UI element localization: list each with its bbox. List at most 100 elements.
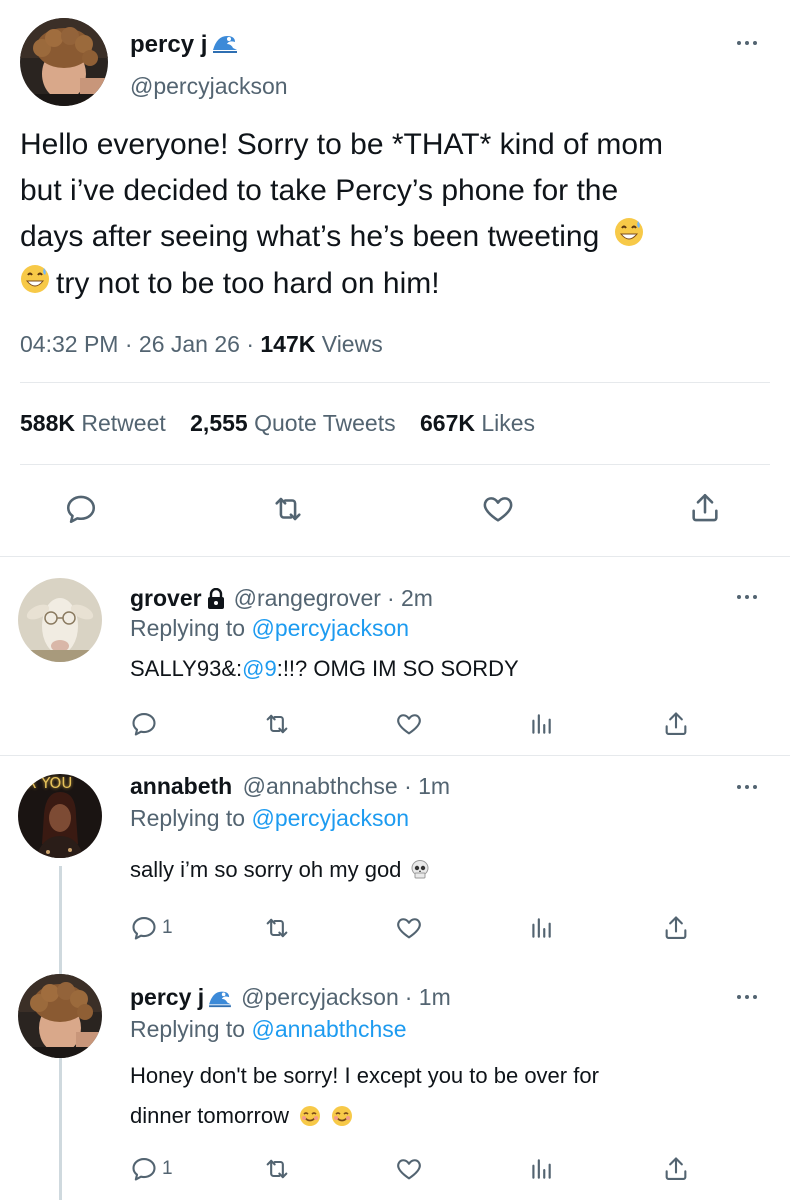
replying-label: Replying to (130, 615, 246, 641)
mention-link[interactable]: @9 (242, 656, 277, 681)
relieved-smile-emoji (299, 1105, 321, 1127)
quotes-stat[interactable]: 2,555 Quote Tweets (190, 410, 402, 436)
share-icon[interactable] (662, 709, 690, 739)
reply-author-handle[interactable]: @annabthchse (243, 773, 398, 799)
reply-author-handle[interactable]: @percyjackson (241, 984, 399, 1011)
share-icon[interactable] (662, 913, 690, 943)
like-icon[interactable] (480, 492, 516, 526)
views-label: Views (321, 331, 383, 357)
replying-to-link[interactable]: @percyjackson (251, 805, 409, 831)
grinning-sweat-emoji (614, 215, 644, 261)
reply-icon[interactable] (64, 492, 98, 526)
reply-text-line: dinner tomorrow (130, 1103, 289, 1128)
reply-author-handle[interactable]: @rangegrover (234, 585, 381, 612)
retweet-icon[interactable] (262, 710, 292, 738)
retweet-icon[interactable] (262, 914, 292, 942)
divider (0, 755, 790, 756)
reply-text-part: :!!? OMG IM SO SORDY (276, 656, 519, 681)
grinning-sweat-emoji (20, 262, 50, 308)
meta-separator: · (246, 331, 254, 357)
analytics-icon[interactable] (528, 914, 554, 942)
reply-icon (132, 917, 156, 940)
retweets-count: 588K (20, 410, 75, 436)
reply-avatar[interactable] (18, 578, 102, 662)
tweet-text-line: Hello everyone! Sorry to be *THAT* kind … (20, 128, 664, 161)
reply-text-part: SALLY93&: (130, 656, 243, 681)
tweet-date[interactable]: 26 Jan 26 (139, 331, 240, 357)
more-options-icon[interactable] (737, 992, 765, 1002)
replying-to-link[interactable]: @percyjackson (251, 615, 409, 641)
quotes-count: 2,555 (190, 410, 248, 436)
tweet-text-line: but i’ve decided to take Percy’s phone f… (20, 174, 619, 207)
avatar-sign-text: R YOU (26, 774, 73, 792)
reply-count: 1 (162, 1158, 173, 1179)
analytics-icon[interactable] (528, 710, 554, 738)
reply-text: Honey don't be sorry! I except you to be… (130, 1056, 599, 1136)
replying-label: Replying to (130, 805, 246, 831)
divider (20, 464, 770, 465)
like-icon[interactable] (394, 1155, 424, 1183)
likes-count: 667K (419, 410, 475, 436)
tweet-text-line-with-emoji: try not to be too hard on him! (20, 261, 780, 308)
tweet-text: Hello everyone! Sorry to be *THAT* kind … (20, 122, 780, 308)
skull-emoji (409, 859, 431, 881)
retweets-stat[interactable]: 588K Retweet (20, 410, 172, 436)
share-icon[interactable] (662, 1154, 690, 1184)
reply-header: annabeth @annabthchse · 1m (130, 773, 450, 800)
reply-count: 1 (162, 917, 173, 938)
reply-header: grover @rangegrover · 2m (130, 585, 433, 612)
more-options-icon[interactable] (737, 38, 765, 48)
reply-text: SALLY93&:@9:!!? OMG IM SO SORDY (130, 656, 519, 682)
divider (0, 556, 790, 557)
reply-action[interactable]: 1 (130, 1155, 173, 1183)
analytics-icon[interactable] (528, 1155, 554, 1183)
more-options-icon[interactable] (737, 782, 765, 792)
author-handle[interactable]: @percyjackson (130, 73, 288, 100)
reply-time: · 1m (404, 773, 451, 799)
meta-separator: · (124, 331, 133, 357)
reply-time: · 2m (386, 585, 433, 611)
like-icon[interactable] (394, 914, 424, 942)
tweet-stats: 588K Retweet 2,555 Quote Tweets 667K Lik… (20, 410, 535, 437)
retweet-icon[interactable] (262, 1155, 292, 1183)
replying-to-link[interactable]: @annabthchse (251, 1016, 406, 1042)
like-icon[interactable] (394, 710, 424, 738)
more-options-icon[interactable] (737, 592, 765, 602)
reply-icon[interactable] (130, 710, 158, 738)
divider (20, 382, 770, 383)
quotes-label: Quote Tweets (254, 410, 396, 436)
reply-header: percy j @percyjackson · 1m (130, 984, 451, 1011)
replying-to: Replying to @percyjackson (130, 615, 409, 642)
tweet-time[interactable]: 04:32 PM (20, 331, 118, 357)
likes-stat[interactable]: 667K Likes (420, 410, 535, 436)
reply-avatar[interactable]: R YOU (18, 774, 102, 858)
wave-icon (211, 32, 239, 59)
reply-author-name[interactable]: percy j (130, 984, 204, 1011)
reply-author-name[interactable]: grover (130, 585, 202, 612)
reply-author-name[interactable]: annabeth (130, 773, 232, 799)
author-name-row: percy j (130, 30, 239, 60)
reply-avatar[interactable] (18, 974, 102, 1058)
reply-icon (132, 1158, 156, 1181)
author-avatar[interactable] (20, 18, 108, 106)
reply-time: · 1m (404, 984, 451, 1010)
reply-text-line: Honey don't be sorry! I except you to be… (130, 1063, 599, 1088)
views-count: 147K (260, 331, 316, 357)
tweet-text-line-with-emoji: days after seeing what’s he’s been tweet… (20, 214, 780, 261)
tweet-text-line: try not to be too hard on him! (56, 267, 440, 301)
tweet-meta: 04:32 PM · 26 Jan 26 · 147K Views (20, 331, 383, 358)
reply-text-content: sally i’m so sorry oh my god (130, 857, 402, 882)
retweet-icon[interactable] (270, 492, 306, 526)
reply-text-line-with-emoji: dinner tomorrow (130, 1096, 599, 1136)
relieved-smile-emoji (331, 1105, 353, 1127)
likes-label: Likes (481, 410, 536, 436)
reply-action[interactable]: 1 (130, 914, 173, 942)
lock-icon (206, 587, 226, 610)
reply-text: sally i’m so sorry oh my god (130, 857, 431, 883)
author-name[interactable]: percy j (130, 31, 207, 59)
tweet-text-line: days after seeing what’s he’s been tweet… (20, 220, 600, 253)
replying-to: Replying to @percyjackson (130, 805, 409, 832)
share-icon[interactable] (688, 490, 722, 526)
retweets-label: Retweet (81, 410, 166, 436)
replying-label: Replying to (130, 1016, 246, 1042)
